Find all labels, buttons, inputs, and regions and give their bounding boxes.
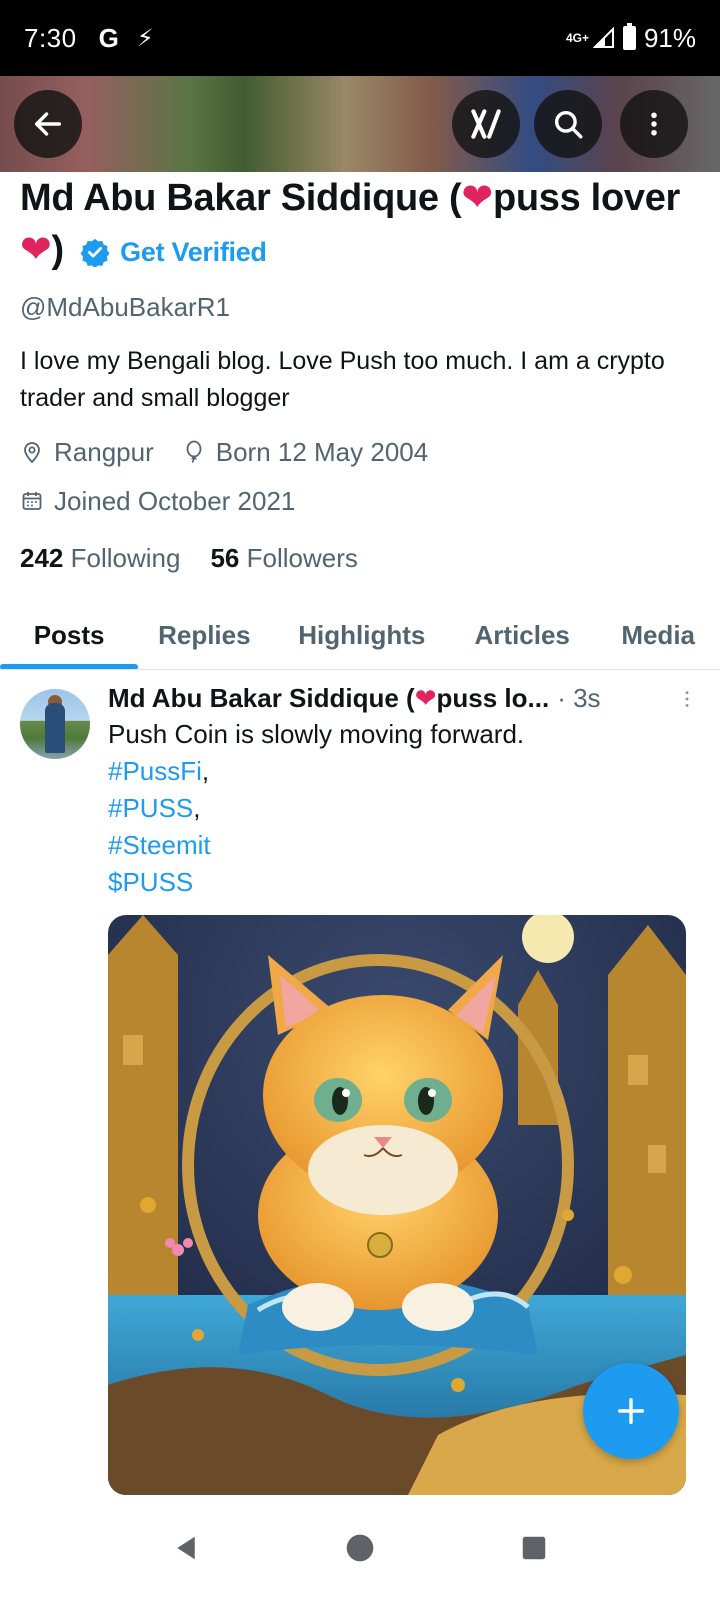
profile-name: Md Abu Bakar Siddique (❤puss lover ❤) Ge… <box>20 172 700 278</box>
verified-badge-icon <box>80 238 110 267</box>
hashtag-link[interactable]: #Steemit <box>108 830 211 860</box>
plus-icon <box>617 1397 645 1425</box>
get-verified-label: Get Verified <box>120 236 267 267</box>
location-pin-icon <box>24 442 40 464</box>
system-nav-bar <box>0 1496 720 1600</box>
hashtag-link[interactable]: #PUSS <box>108 793 193 823</box>
tab-media[interactable]: Media <box>591 600 720 669</box>
profile-handle: @MdAbuBakarR1 <box>20 291 230 322</box>
following-link[interactable]: 242 Following <box>20 543 180 574</box>
home-circle-icon[interactable] <box>344 1532 376 1564</box>
post-more-icon[interactable] <box>676 686 698 712</box>
avatar[interactable] <box>20 689 90 759</box>
profile-bio: I love my Bengali blog. Love Push too mu… <box>20 346 665 412</box>
battery-level: 91% <box>643 22 696 53</box>
grok-button[interactable] <box>452 90 520 158</box>
heart-icon: ❤ <box>20 229 52 271</box>
birth-date: Born 12 May 2004 <box>182 437 428 468</box>
profile-banner <box>0 76 720 172</box>
get-verified-link[interactable]: Get Verified <box>80 226 267 278</box>
post-text: Push Coin is slowly moving forward. #Pus… <box>108 719 525 897</box>
profile-tabs: Posts Replies Highlights Articles Media <box>0 600 720 670</box>
status-time: 7:30 <box>24 22 77 53</box>
balloon-icon <box>186 441 202 464</box>
back-button[interactable] <box>14 90 82 158</box>
joined-date: Joined October 2021 <box>20 486 295 517</box>
tab-highlights[interactable]: Highlights <box>270 600 453 669</box>
compose-post-button[interactable] <box>583 1363 679 1459</box>
post-author[interactable]: Md Abu Bakar Siddique (❤puss lo... <box>108 683 549 714</box>
hashtag-link[interactable]: #PussFi <box>108 756 202 786</box>
google-icon: G <box>98 22 119 53</box>
sync-icon: ⚡ <box>136 24 154 52</box>
heart-icon: ❤ <box>414 683 437 713</box>
followers-link[interactable]: 56 Followers <box>210 543 357 574</box>
battery-icon <box>622 23 636 50</box>
post-time: · 3s <box>557 683 601 713</box>
tab-posts[interactable]: Posts <box>0 600 139 669</box>
tab-replies[interactable]: Replies <box>138 600 270 669</box>
grok-icon <box>471 109 501 139</box>
tab-articles[interactable]: Articles <box>453 600 591 669</box>
search-icon <box>554 110 583 139</box>
heart-icon: ❤ <box>461 177 493 219</box>
back-arrow-icon <box>34 112 62 136</box>
network-type: 4G+ <box>565 31 589 45</box>
signal-icon <box>592 27 614 48</box>
more-vertical-icon <box>651 112 657 136</box>
recents-square-icon[interactable] <box>519 1533 549 1563</box>
calendar-icon <box>22 492 42 511</box>
status-bar: 7:30 G ⚡ 4G+ 91% <box>0 0 720 76</box>
profile-info: Md Abu Bakar Siddique (❤puss lover ❤) Ge… <box>20 172 700 574</box>
more-options-button[interactable] <box>620 90 688 158</box>
cashtag-link[interactable]: $PUSS <box>108 867 193 897</box>
search-button[interactable] <box>534 90 602 158</box>
location: Rangpur <box>20 437 154 468</box>
back-triangle-icon[interactable] <box>171 1533 201 1563</box>
